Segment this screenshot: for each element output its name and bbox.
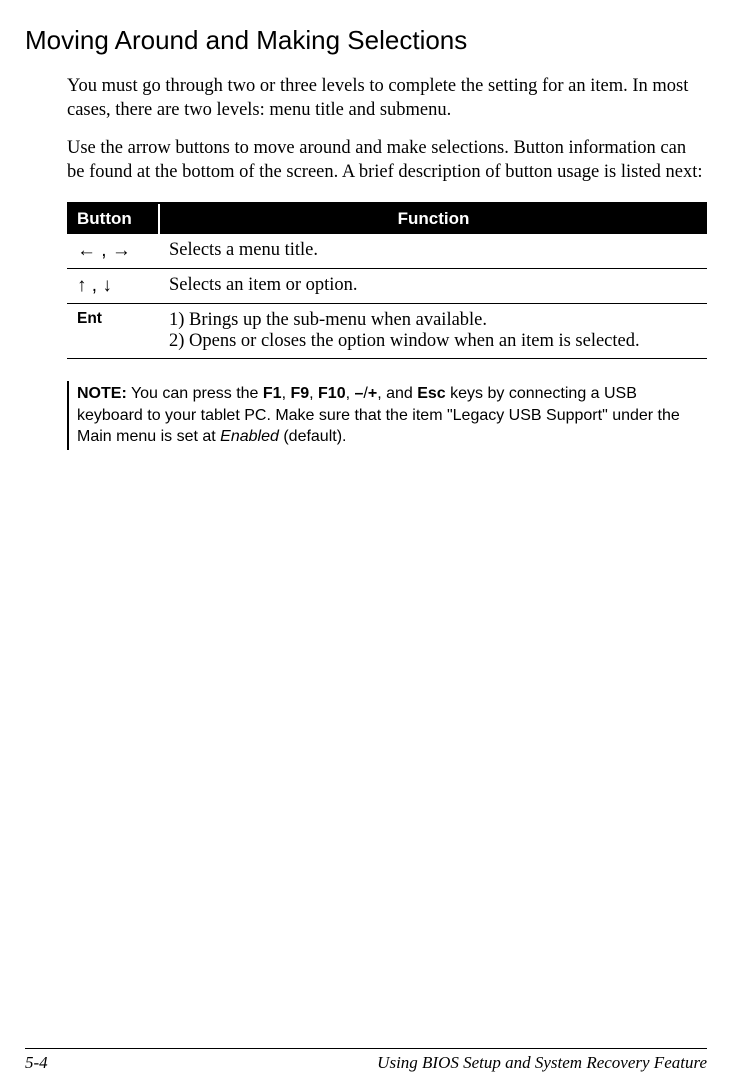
key-f10: F10 [318,385,346,402]
function-cell: 1) Brings up the sub-menu when available… [159,304,707,359]
ent-key-label: Ent [67,304,159,359]
header-button: Button [67,204,159,234]
button-function-table: Button Function ← , → Selects a menu tit… [67,202,707,359]
note-label: NOTE: [77,385,127,402]
table-row: ← , → Selects a menu title. [67,234,707,269]
paragraph-2: Use the arrow buttons to move around and… [67,136,707,184]
page-number: 5-4 [25,1053,48,1073]
function-cell: Selects a menu title. [159,234,707,269]
key-esc: Esc [417,385,445,402]
paragraph-1: You must go through two or three levels … [67,74,707,122]
header-function: Function [159,204,707,234]
function-cell: Selects an item or option. [159,269,707,304]
page-footer: 5-4 Using BIOS Setup and System Recovery… [25,1048,707,1073]
table-row: ↑ , ↓ Selects an item or option. [67,269,707,304]
enabled-value: Enabled [220,428,279,445]
key-plus: + [368,385,377,402]
table-header-row: Button Function [67,204,707,234]
key-f9: F9 [290,385,309,402]
up-down-arrow-icon: ↑ , ↓ [77,275,112,296]
function-line-2: 2) Opens or closes the option window whe… [169,331,697,352]
left-right-arrow-icon: ← , → [77,240,131,261]
table-row: Ent 1) Brings up the sub-menu when avail… [67,304,707,359]
note-sep: , [309,385,318,402]
note-text: You can press the [127,385,263,402]
page-heading: Moving Around and Making Selections [25,25,707,56]
chapter-title: Using BIOS Setup and System Recovery Fea… [377,1053,707,1073]
function-line-1: 1) Brings up the sub-menu when available… [169,310,697,331]
note-block: NOTE: You can press the F1, F9, F10, –/+… [67,381,707,450]
note-sep: , and [377,385,417,402]
key-f1: F1 [263,385,282,402]
note-text: (default). [279,428,347,445]
